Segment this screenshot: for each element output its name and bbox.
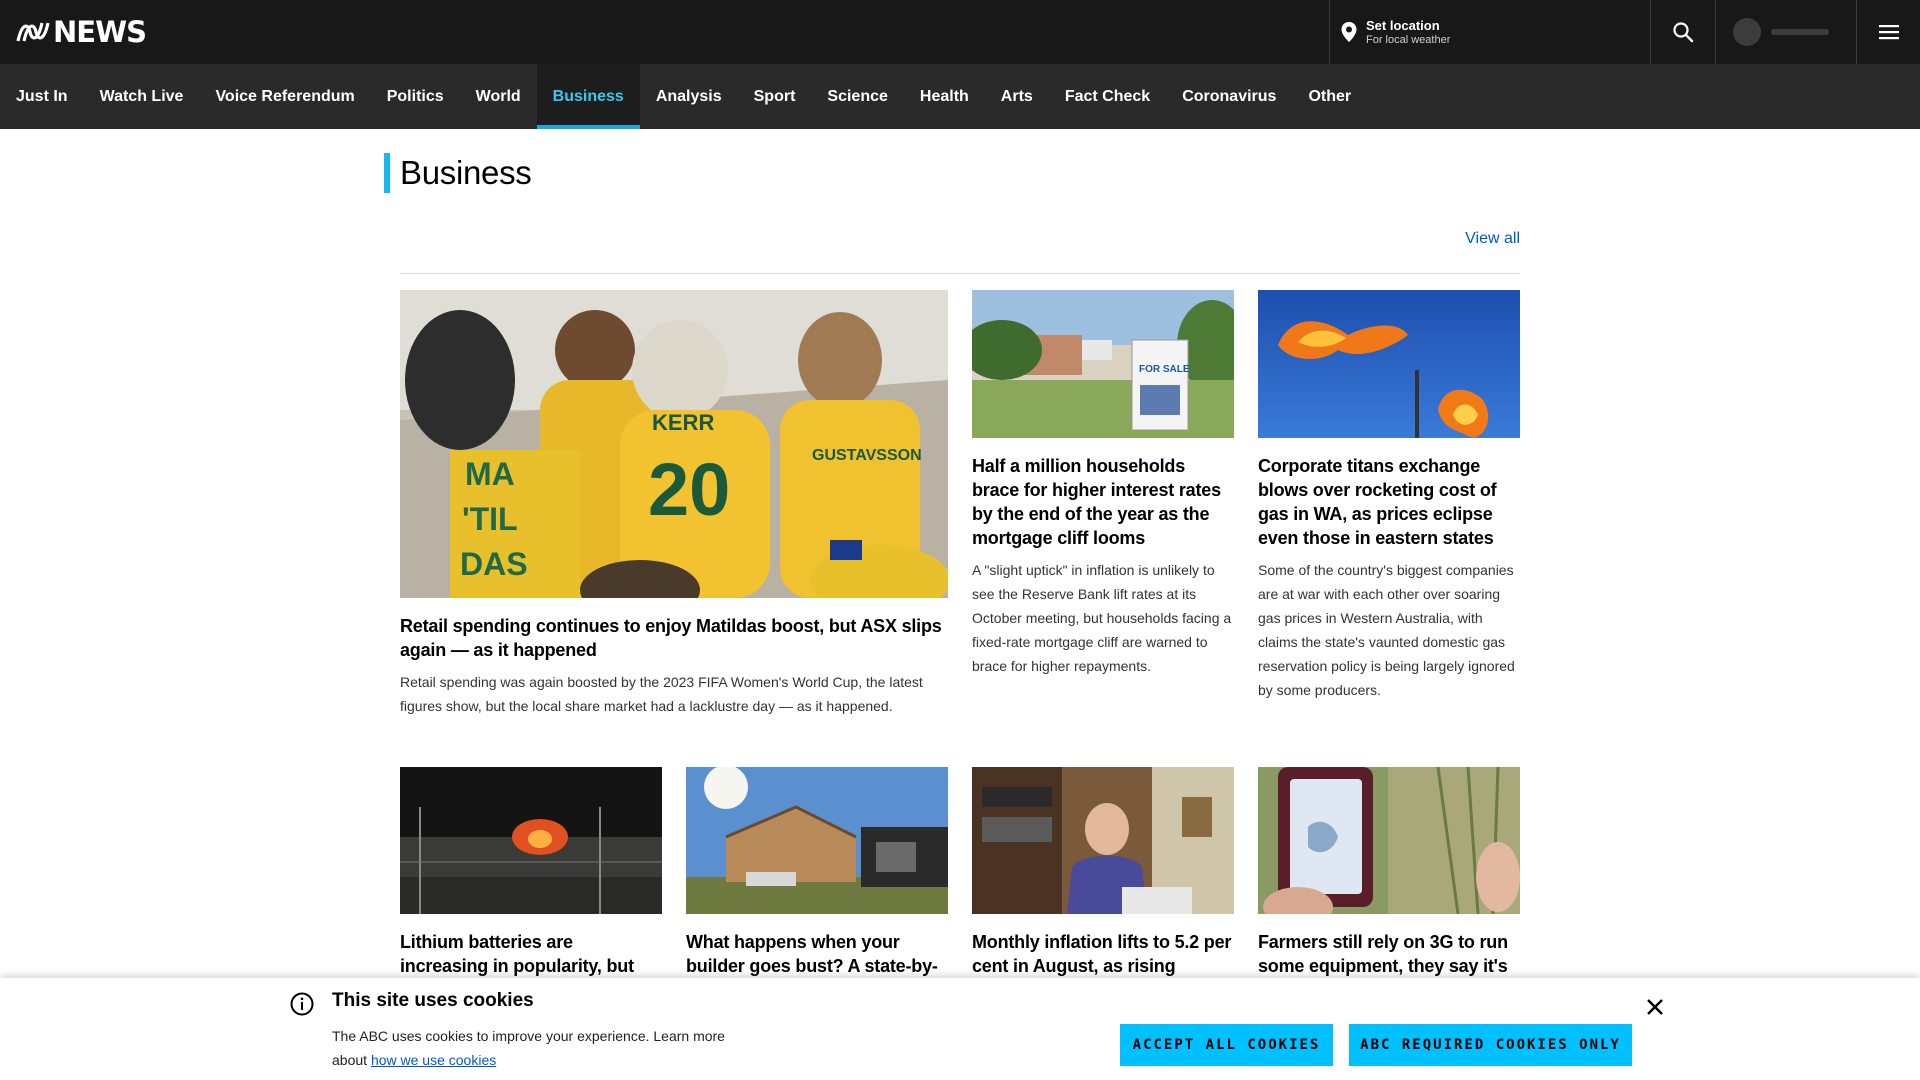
story-card[interactable]: Lithium batteries are increasing in popu… bbox=[400, 767, 662, 978]
cookie-banner: This site uses cookies The ABC uses cook… bbox=[0, 978, 1920, 1080]
search-button[interactable] bbox=[1650, 0, 1715, 64]
close-icon[interactable] bbox=[1644, 996, 1666, 1018]
story-card[interactable]: Monthly inflation lifts to 5.2 per cent … bbox=[972, 767, 1234, 978]
story-card[interactable]: FOR SALE Half a million households brace… bbox=[972, 290, 1234, 678]
view-all-link[interactable]: View all bbox=[1465, 230, 1520, 248]
svg-text:GUSTAVSSON: GUSTAVSSON bbox=[812, 447, 922, 464]
nav-item-science[interactable]: Science bbox=[811, 64, 903, 129]
for-sale-house-image: FOR SALE bbox=[972, 290, 1234, 438]
abc-required-cookies-button[interactable]: ABC REQUIRED COOKIES ONLY bbox=[1349, 1024, 1632, 1066]
story-summary: Some of the country's biggest companies … bbox=[1258, 562, 1515, 698]
story-card[interactable]: What happens when your builder goes bust… bbox=[686, 767, 948, 978]
location-pin-icon bbox=[1341, 22, 1357, 42]
story-headline[interactable]: Lithium batteries are increasing in popu… bbox=[400, 930, 662, 978]
svg-text:20: 20 bbox=[648, 448, 730, 531]
cookie-banner-title: This site uses cookies bbox=[332, 990, 534, 1011]
nav-item-just-in[interactable]: Just In bbox=[0, 64, 84, 129]
story-card-lead[interactable]: KERR 20 MA 'TIL DAS GUSTAVSSON Retail sp… bbox=[400, 290, 948, 718]
page-title: Business bbox=[400, 154, 532, 191]
story-image[interactable]: KERR 20 MA 'TIL DAS GUSTAVSSON bbox=[400, 290, 948, 598]
nav-item-voice-referendum[interactable]: Voice Referendum bbox=[199, 64, 370, 129]
story-headline[interactable]: Retail spending continues to enjoy Matil… bbox=[400, 614, 948, 662]
accept-all-cookies-button[interactable]: ACCEPT ALL COOKIES bbox=[1120, 1024, 1333, 1066]
story-image[interactable] bbox=[1258, 767, 1520, 914]
story-image[interactable]: FOR SALE bbox=[972, 290, 1234, 438]
story-image[interactable] bbox=[400, 767, 662, 914]
story-image[interactable] bbox=[1258, 290, 1520, 438]
story-summary: A "slight uptick" in inflation is unlike… bbox=[972, 562, 1232, 674]
battery-fire-image bbox=[400, 767, 662, 914]
abc-logo-icon bbox=[16, 22, 50, 42]
story-headline[interactable]: Monthly inflation lifts to 5.2 per cent … bbox=[972, 930, 1234, 978]
svg-text:'TIL: 'TIL bbox=[462, 501, 518, 537]
house-construction-image bbox=[686, 767, 948, 914]
svg-text:KERR: KERR bbox=[652, 410, 714, 435]
nav-item-analysis[interactable]: Analysis bbox=[640, 64, 738, 129]
svg-text:DAS: DAS bbox=[460, 546, 528, 582]
man-at-desk-image bbox=[972, 767, 1234, 914]
nav-item-sport[interactable]: Sport bbox=[738, 64, 812, 129]
logo-text: NEWS bbox=[53, 15, 147, 49]
matildas-fans-image: KERR 20 MA 'TIL DAS GUSTAVSSON bbox=[400, 290, 948, 598]
story-summary: Retail spending was again boosted by the… bbox=[400, 674, 923, 714]
location-subtitle: For local weather bbox=[1366, 33, 1451, 46]
avatar bbox=[1733, 18, 1761, 46]
menu-button[interactable] bbox=[1856, 0, 1920, 64]
nav-item-coronavirus[interactable]: Coronavirus bbox=[1166, 64, 1292, 129]
search-icon bbox=[1673, 22, 1694, 43]
story-image[interactable] bbox=[686, 767, 948, 914]
story-headline[interactable]: Half a million households brace for high… bbox=[972, 454, 1234, 550]
cookie-banner-text: The ABC uses cookies to improve your exp… bbox=[332, 1024, 732, 1072]
nav-item-business[interactable]: Business bbox=[536, 64, 640, 129]
nav-item-world[interactable]: World bbox=[460, 64, 537, 129]
story-card[interactable]: Corporate titans exchange blows over roc… bbox=[1258, 290, 1520, 702]
account-button[interactable] bbox=[1715, 0, 1856, 64]
top-bar: NEWS Set location For local weather bbox=[0, 0, 1920, 64]
divider bbox=[400, 273, 1520, 274]
set-location-button[interactable]: Set location For local weather bbox=[1329, 0, 1650, 64]
section-accent-bar bbox=[384, 153, 390, 193]
nav-item-politics[interactable]: Politics bbox=[371, 64, 460, 129]
hamburger-menu-icon bbox=[1878, 25, 1899, 40]
nav-item-other[interactable]: Other bbox=[1292, 64, 1367, 129]
section-heading: Business bbox=[384, 153, 532, 193]
story-headline[interactable]: Corporate titans exchange blows over roc… bbox=[1258, 454, 1520, 550]
cookie-policy-link[interactable]: how we use cookies bbox=[371, 1052, 496, 1068]
main-nav: Just In Watch Live Voice Referendum Politic… bbox=[0, 64, 1920, 129]
nav-item-arts[interactable]: Arts bbox=[985, 64, 1049, 129]
gas-flares-image bbox=[1258, 290, 1520, 438]
abc-news-logo[interactable]: NEWS bbox=[16, 15, 147, 49]
svg-text:FOR SALE: FOR SALE bbox=[1139, 364, 1190, 375]
nav-item-watch-live[interactable]: Watch Live bbox=[84, 64, 200, 129]
story-image[interactable] bbox=[972, 767, 1234, 914]
phone-farm-image bbox=[1258, 767, 1520, 914]
svg-text:MA: MA bbox=[465, 456, 515, 492]
info-icon bbox=[290, 992, 314, 1016]
story-headline[interactable]: Farmers still rely on 3G to run some equ… bbox=[1258, 930, 1520, 978]
story-headline[interactable]: What happens when your builder goes bust… bbox=[686, 930, 948, 978]
nav-item-health[interactable]: Health bbox=[904, 64, 985, 129]
account-name-placeholder bbox=[1771, 29, 1829, 35]
location-title: Set location bbox=[1366, 17, 1440, 33]
nav-item-fact-check[interactable]: Fact Check bbox=[1049, 64, 1166, 129]
story-card[interactable]: Farmers still rely on 3G to run some equ… bbox=[1258, 767, 1520, 978]
